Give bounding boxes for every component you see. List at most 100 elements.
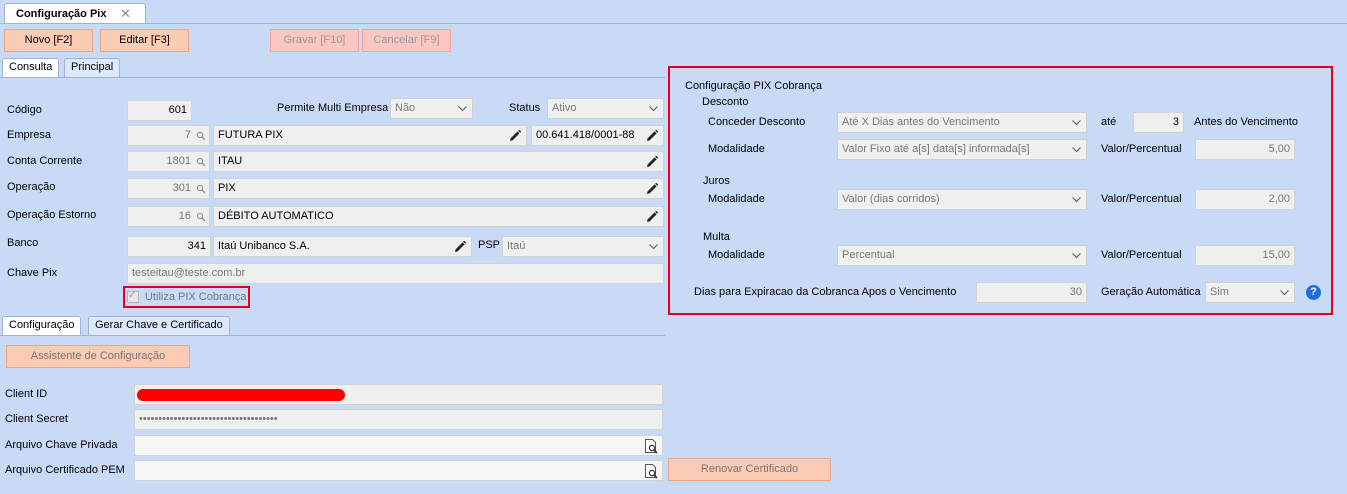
file-search-icon[interactable] [643,463,659,479]
window-tab-line [0,23,1347,24]
search-icon[interactable] [196,184,206,194]
subtab-line [0,335,665,336]
psp-label: PSP [478,239,501,251]
estorno-code: 16 [178,210,191,222]
pencil-icon[interactable] [644,209,660,225]
conta-name-field: ITAU [213,151,664,172]
estorno-code-field[interactable]: 16 [127,206,210,227]
desconto-label: Desconto [702,96,749,108]
multi-empresa-value: Não [395,102,416,114]
client-id-redaction [137,389,345,401]
operacao-code-field[interactable]: 301 [127,178,210,199]
operacao-name-field: PIX [213,178,664,199]
desc-valor-label: Valor/Percentual [1101,143,1182,155]
codigo-label: Código [7,104,42,116]
empresa-cnpj-field: 00.641.418/0001-88 [531,125,664,146]
chave-privada-label: Arquivo Chave Privada [5,439,118,451]
multa-modalidade-label: Modalidade [708,249,765,261]
conceder-select[interactable]: Até X Dias antes do Vencimento [837,112,1087,133]
geracao-value: Sim [1210,286,1229,298]
operacao-code: 301 [172,182,191,194]
banco-name-field: Itaú Unibanco S.A. [213,236,472,257]
juros-modalidade-select[interactable]: Valor (dias corridos) [837,189,1087,210]
assistente-button[interactable]: Assistente de Configuração [6,345,190,368]
desc-modalidade-value: Valor Fixo até a[s] data[s] informada[s] [842,143,1030,155]
pencil-icon[interactable] [452,239,468,255]
geracao-select[interactable]: Sim [1205,282,1295,303]
conta-code: 1801 [166,155,191,167]
window-title: Configuração Pix [16,8,107,20]
chevron-down-icon [648,241,659,252]
pencil-icon[interactable] [644,128,660,144]
chevron-down-icon [1071,144,1082,155]
renovar-button[interactable]: Renovar Certificado [668,458,831,481]
cancel-button[interactable]: Cancelar [F9] [362,29,451,52]
pencil-icon[interactable] [644,181,660,197]
search-icon[interactable] [196,157,206,167]
client-secret-field[interactable]: •••••••••••••••••••••••••••••••••••• [134,409,663,430]
tab-gerar-chave[interactable]: Gerar Chave e Certificado [88,316,230,335]
chave-label: Chave Pix [7,267,58,279]
desc-valor-field[interactable]: 5,00 [1195,139,1295,160]
estorno-name: DÉBITO AUTOMATICO [218,210,334,222]
tab-principal[interactable]: Principal [64,58,121,77]
estorno-label: Operação Estorno [7,209,97,221]
psp-select[interactable]: Itaú [502,236,664,257]
ate-value: 3 [1172,116,1179,128]
tab-configuracao[interactable]: Configuração [2,316,82,335]
ate-field[interactable]: 3 [1133,112,1184,133]
conta-code-field[interactable]: 1801 [127,151,210,172]
antes-label: Antes do Vencimento [1194,116,1298,128]
certificado-label: Arquivo Certificado PEM [5,464,125,476]
tab-consulta[interactable]: Consulta [2,58,60,77]
edit-button[interactable]: Editar [F3] [100,29,189,52]
pencil-icon[interactable] [507,128,523,144]
multa-valor-field[interactable]: 15,00 [1195,245,1295,266]
file-search-icon[interactable] [643,438,659,454]
new-button[interactable]: Novo [F2] [4,29,93,52]
banco-name: Itaú Unibanco S.A. [218,240,310,252]
pencil-icon[interactable] [644,154,660,170]
multa-valor-value: 15,00 [1262,249,1290,261]
banco-code-field: 341 [127,236,211,257]
chave-field[interactable]: testeitau@teste.com.br [127,263,664,284]
check-icon: ✓ [128,290,137,301]
client-id-field[interactable] [134,384,663,405]
codigo-value: 601 [168,104,187,116]
multa-modalidade-select[interactable]: Percentual [837,245,1087,266]
chevron-down-icon [1071,194,1082,205]
empresa-code-field[interactable]: 7 [127,125,210,146]
empresa-name: FUTURA PIX [218,129,283,141]
juros-modalidade-value: Valor (dias corridos) [842,193,940,205]
conta-name: ITAU [218,155,243,167]
save-button[interactable]: Gravar [F10] [270,29,359,52]
chevron-down-icon [648,103,659,114]
search-icon[interactable] [196,212,206,222]
chave-privada-field[interactable] [134,435,663,456]
desc-modalidade-select[interactable]: Valor Fixo até a[s] data[s] informada[s] [837,139,1087,160]
status-label: Status [509,102,541,114]
utiliza-checkbox[interactable]: ✓ [127,290,139,303]
status-value: Ativo [552,102,577,114]
help-icon[interactable]: ? [1306,285,1321,300]
search-icon[interactable] [196,131,206,141]
multa-label: Multa [703,231,730,243]
ate-label: até [1101,116,1117,128]
close-icon[interactable]: ✕ [120,6,131,22]
dias-field[interactable]: 30 [976,282,1087,303]
dias-value: 30 [1069,286,1082,298]
conceder-value: Até X Dias antes do Vencimento [842,116,1000,128]
window-tab[interactable]: Configuração Pix ✕ [4,3,146,24]
tab-line [0,77,665,78]
status-select[interactable]: Ativo [547,98,664,119]
dias-label: Dias para Expiracao da Cobranca Apos o V… [694,286,957,298]
multi-empresa-select[interactable]: Não [390,98,473,119]
certificado-field[interactable] [134,460,663,481]
chave-value: testeitau@teste.com.br [132,267,246,279]
empresa-code: 7 [184,129,191,141]
chevron-down-icon [1279,287,1290,298]
juros-label: Juros [703,175,730,187]
operacao-name: PIX [218,182,236,194]
juros-valor-field[interactable]: 2,00 [1195,189,1295,210]
psp-value: Itaú [507,240,526,252]
